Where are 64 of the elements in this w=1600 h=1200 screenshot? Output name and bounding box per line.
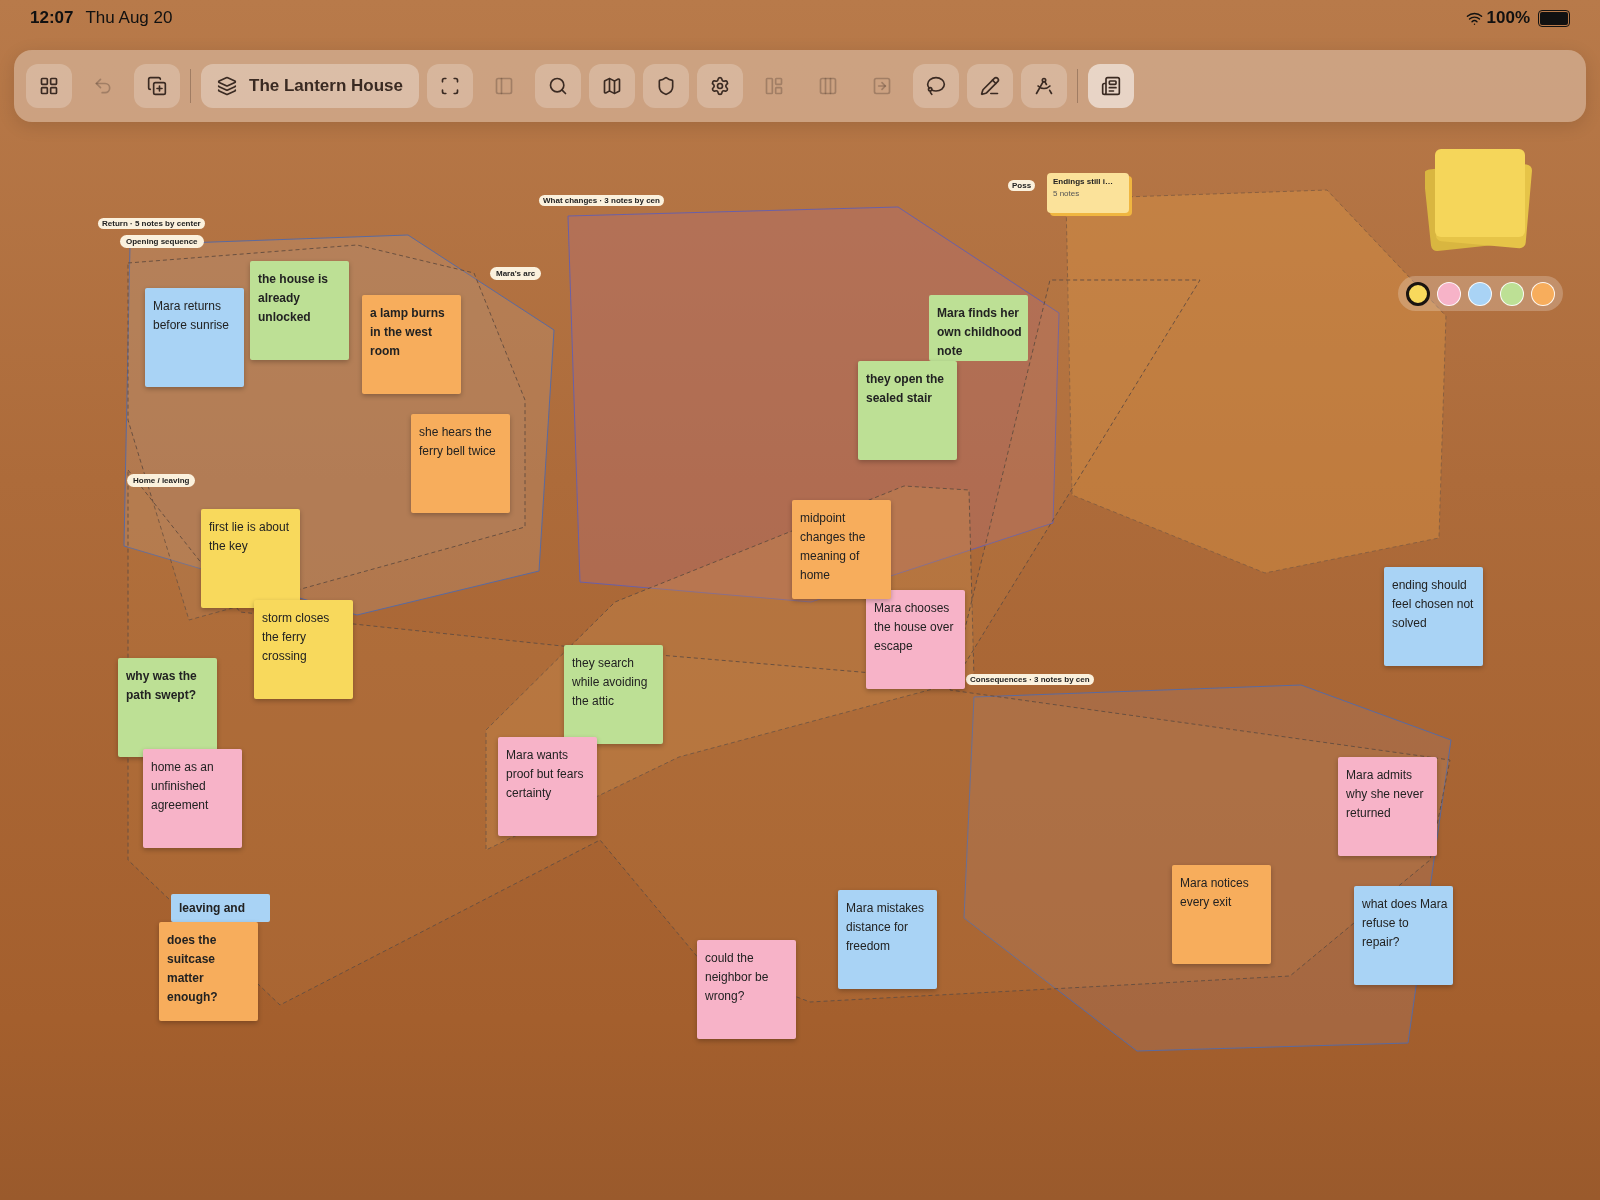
toolbar-button[interactable] bbox=[26, 64, 72, 108]
sticky-note[interactable]: Mara wants proof but fears certainty bbox=[498, 737, 597, 836]
sticky-note[interactable]: leaving and bbox=[171, 894, 270, 922]
sticky-note[interactable]: storm closes the ferry crossing bbox=[254, 600, 353, 699]
color-swatch[interactable] bbox=[1405, 281, 1430, 306]
sticky-note[interactable]: what does Mara refuse to repair? bbox=[1354, 886, 1453, 985]
sticky-note[interactable]: could the neighbor be wrong? bbox=[697, 940, 796, 1039]
layout-icon bbox=[763, 76, 784, 96]
settings-icon bbox=[709, 76, 730, 96]
toolbar-button[interactable] bbox=[588, 64, 635, 108]
undo-icon bbox=[93, 76, 113, 96]
date: Thu Aug 20 bbox=[85, 8, 173, 28]
toolbar-button[interactable] bbox=[912, 64, 959, 108]
compass-icon bbox=[1033, 76, 1054, 96]
grid-icon bbox=[39, 76, 59, 96]
sticky-note[interactable]: Mara finds her own childhood note bbox=[929, 295, 1028, 361]
sticky-note[interactable]: Mara returns before sunrise bbox=[145, 288, 244, 387]
sticky-note[interactable]: she hears the ferry bell twice bbox=[411, 414, 510, 513]
sticky-note[interactable]: they search while avoiding the attic bbox=[564, 645, 663, 744]
toolbar-button[interactable] bbox=[966, 64, 1013, 108]
note-stack-card[interactable]: Endings still i… 5 notes bbox=[1047, 173, 1129, 213]
group-label[interactable]: What changes · 3 notes by cen bbox=[539, 195, 664, 206]
toolbar-button[interactable] bbox=[534, 64, 581, 108]
fullscreen-icon bbox=[439, 76, 460, 96]
stack-icon bbox=[217, 76, 237, 96]
newspaper-icon bbox=[1100, 76, 1121, 96]
columns-icon bbox=[817, 76, 838, 96]
sticky-note[interactable]: a lamp burns in the west room bbox=[362, 295, 461, 394]
battery-percent: 100% bbox=[1486, 8, 1530, 28]
pen-icon bbox=[979, 76, 1000, 96]
board-title-button[interactable]: The Lantern House bbox=[201, 64, 419, 108]
sticky-note[interactable]: Mara notices every exit bbox=[1172, 865, 1271, 964]
group-label[interactable]: Opening sequence bbox=[120, 235, 204, 248]
sticky-note[interactable]: does the suitcase matter enough? bbox=[159, 922, 258, 1021]
group-label[interactable]: Home / leaving bbox=[127, 474, 196, 487]
sticky-note[interactable]: Mara admits why she never returned bbox=[1338, 757, 1437, 856]
group-label[interactable]: Return · 5 notes by center bbox=[98, 218, 205, 229]
group-label[interactable]: Poss bbox=[1008, 180, 1036, 191]
sticky-note[interactable]: midpoint changes the meaning of home bbox=[792, 500, 891, 599]
toolbar-button[interactable] bbox=[134, 64, 180, 108]
sticky-note[interactable]: the house is already unlocked bbox=[250, 261, 349, 360]
sticky-note[interactable]: Mara chooses the house over escape bbox=[866, 590, 965, 689]
toolbar-button[interactable] bbox=[1020, 64, 1067, 108]
lasso-icon bbox=[925, 76, 946, 96]
arrow-box-icon bbox=[871, 76, 892, 96]
toolbar-button[interactable] bbox=[1087, 64, 1134, 108]
battery-icon bbox=[1538, 9, 1570, 27]
panel-icon bbox=[493, 76, 514, 96]
clock: 12:07 bbox=[30, 8, 74, 28]
toolbar-button[interactable] bbox=[696, 64, 743, 108]
sticky-note[interactable]: Mara mistakes distance for freedom bbox=[838, 890, 937, 989]
group-label[interactable]: Mara's arc bbox=[490, 267, 542, 280]
sticky-note[interactable]: why was the path swept? bbox=[118, 658, 217, 757]
add-board-icon bbox=[147, 76, 167, 96]
stack-title: Endings still i… bbox=[1053, 177, 1113, 186]
sticky-note[interactable]: ending should feel chosen not solved bbox=[1384, 567, 1483, 666]
search-icon bbox=[547, 76, 568, 96]
group-label[interactable]: Consequences · 3 notes by cen bbox=[966, 674, 1094, 685]
stack-count: 5 notes bbox=[1053, 189, 1081, 198]
sticky-note[interactable]: they open the sealed stair bbox=[858, 361, 957, 460]
toolbar-button[interactable] bbox=[642, 64, 689, 108]
map-icon bbox=[601, 76, 622, 96]
sticky-note[interactable]: home as an unfinished agreement bbox=[143, 749, 242, 848]
sticky-note[interactable]: first lie is about the key bbox=[201, 509, 300, 608]
